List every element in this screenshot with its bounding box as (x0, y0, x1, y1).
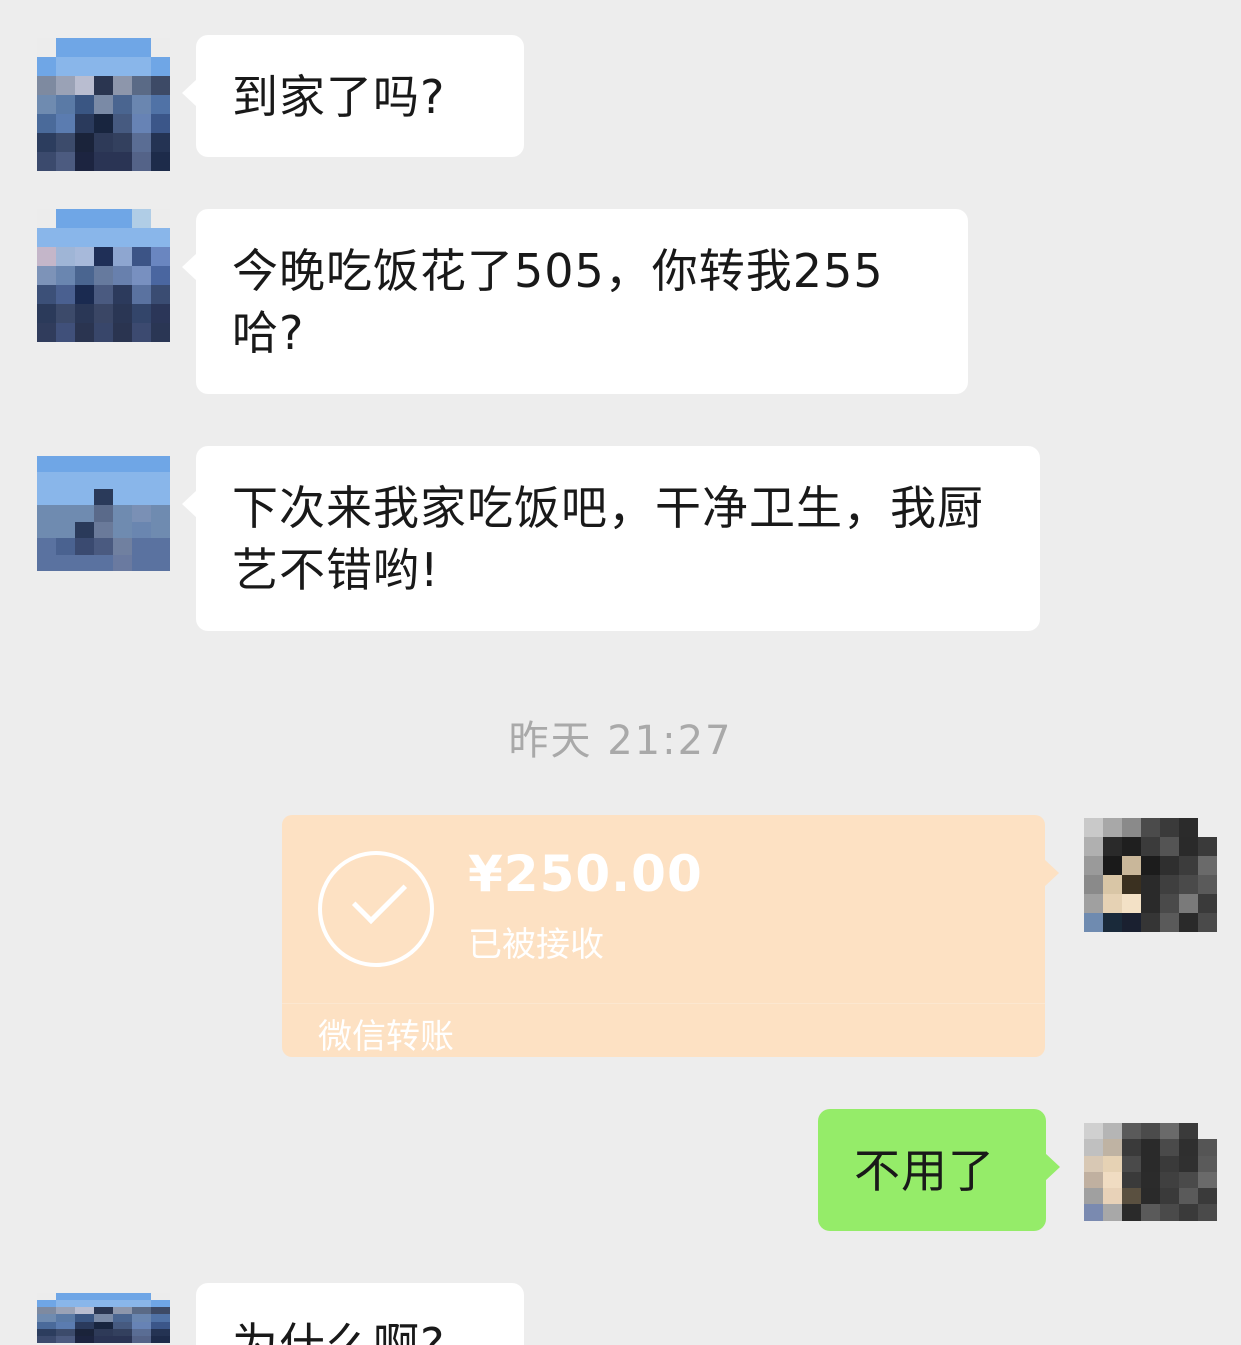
message-bubble[interactable]: 今晚吃饭花了505，你转我255哈? (182, 209, 968, 394)
check-circle-icon (318, 851, 434, 967)
message-bubble[interactable]: 下次来我家吃饭吧，干净卫生，我厨艺不错哟! (182, 446, 1040, 631)
message-bubble[interactable]: 为什么啊? (196, 1283, 524, 1345)
my-avatar[interactable] (1084, 818, 1217, 951)
transfer-amount: ¥250.00 (468, 845, 703, 903)
message-text: 不用了 (854, 1144, 995, 1198)
chat-timestamp: 昨天 21:27 (508, 718, 733, 764)
transfer-status: 已被接收 (468, 925, 604, 965)
transfer-divider (282, 1003, 1045, 1004)
message-text: 今晚吃饭花了505，你转我255哈? (232, 244, 884, 360)
contact-avatar[interactable] (37, 456, 170, 571)
message-text: 为什么啊? (232, 1318, 446, 1345)
contact-avatar[interactable] (37, 38, 170, 171)
my-avatar[interactable] (1084, 1123, 1217, 1237)
message-text: 到家了吗? (232, 70, 446, 124)
message-bubble[interactable]: 到家了吗? (182, 35, 524, 157)
wechat-transfer-card[interactable]: ¥250.00 已被接收 微信转账 (282, 815, 1059, 1057)
transfer-footer-label: 微信转账 (318, 1017, 454, 1057)
message-bubble-sent[interactable]: 不用了 (818, 1109, 1060, 1231)
message-text: 下次来我家吃饭吧，干净卫生，我厨艺不错哟! (232, 481, 984, 597)
contact-avatar[interactable] (37, 1293, 170, 1343)
contact-avatar[interactable] (37, 209, 170, 342)
